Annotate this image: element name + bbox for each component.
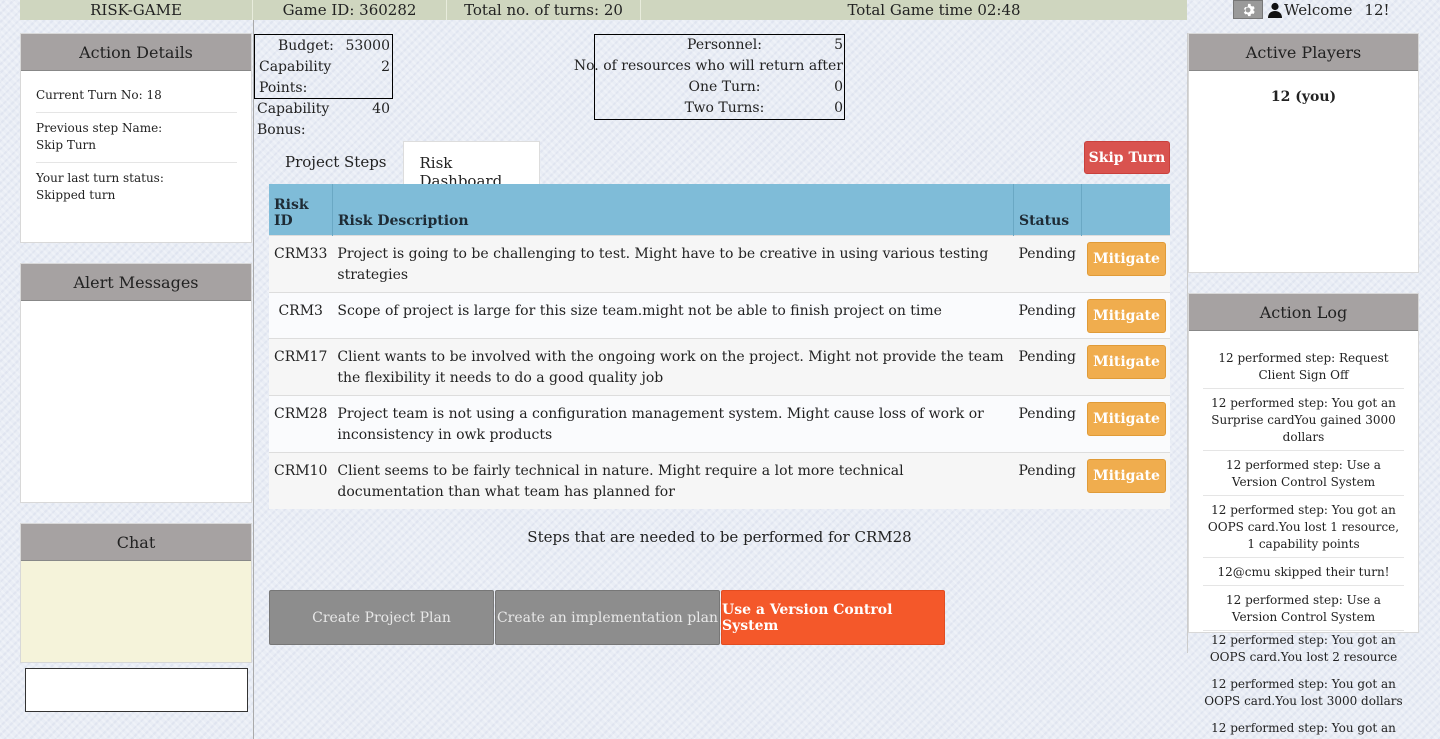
one-turn-value: 0 xyxy=(834,79,843,95)
app-name: RISK-GAME xyxy=(20,0,253,20)
last-turn-status-value: Skipped turn xyxy=(36,188,116,202)
log-entry: 12 performed step: Request Client Sign O… xyxy=(1203,344,1404,389)
action-log-overflow: 12 performed step: You got an OOPS card.… xyxy=(1188,632,1419,739)
game-id: Game ID: 360282 xyxy=(253,0,447,20)
welcome-label: Welcome xyxy=(1284,1,1353,19)
previous-step-value: Skip Turn xyxy=(36,138,97,152)
log-entry: 12 performed step: You got an OOPS card.… xyxy=(1209,633,1398,664)
risk-description: Client wants to be involved with the ong… xyxy=(332,337,1014,395)
budget-value: 53000 xyxy=(345,38,390,54)
log-entry: 12@cmu skipped their turn! xyxy=(1203,558,1404,586)
log-entry: 12 performed step: You got an Surprise c… xyxy=(1203,389,1404,451)
left-divider xyxy=(253,20,254,739)
risk-id: CRM10 xyxy=(269,451,333,509)
total-turns: Total no. of turns: 20 xyxy=(447,0,641,20)
mitigate-button[interactable]: Mitigate xyxy=(1087,298,1166,333)
previous-step: Previous step Name: Skip Turn xyxy=(36,113,237,163)
risk-id-header-line1: Risk xyxy=(274,196,309,213)
risk-status: Pending xyxy=(1013,394,1081,452)
log-entry: 12 performed step: Use a Version Control… xyxy=(1203,586,1404,631)
tab-risk-dashboard[interactable]: Risk Dashboard xyxy=(402,141,540,190)
personnel-value: 5 xyxy=(834,37,843,53)
risk-description-header: Risk Description xyxy=(332,184,1014,235)
skip-turn-button[interactable]: Skip Turn xyxy=(1084,141,1170,174)
table-row: CRM17 Client wants to be involved with t… xyxy=(269,337,1170,395)
mitigate-button[interactable]: Mitigate xyxy=(1087,401,1166,436)
action-log-panel: Action Log 12 performed step: Request Cl… xyxy=(1188,293,1419,633)
active-players-title: Active Players xyxy=(1189,34,1418,71)
user-name: 12! xyxy=(1364,1,1390,19)
log-entry: 12 performed step: Use a Version Control… xyxy=(1203,451,1404,496)
risk-id: CRM3 xyxy=(269,291,333,338)
action-details-title: Action Details xyxy=(21,34,251,71)
chat-panel: Chat xyxy=(20,523,252,663)
action-details-panel: Action Details Current Turn No: 18 Previ… xyxy=(20,33,252,243)
risk-id: CRM28 xyxy=(269,394,333,452)
log-entry: 12 performed step: You got an OOPS card.… xyxy=(1203,496,1404,558)
active-players-panel: Active Players 12 (you) xyxy=(1188,33,1419,273)
one-turn-label: One Turn: xyxy=(688,79,761,95)
personnel-label: Personnel: xyxy=(687,37,762,53)
current-turn: Current Turn No: 18 xyxy=(36,81,237,113)
alert-messages-title: Alert Messages xyxy=(21,264,251,301)
capability-bonus-value: 40 xyxy=(372,101,390,117)
action-header xyxy=(1081,184,1170,235)
risk-description: Scope of project is large for this size … xyxy=(332,291,1014,338)
risk-id: CRM17 xyxy=(269,337,333,395)
welcome-area: Welcome 12! xyxy=(1268,1,1390,19)
risk-table-header: Risk ID Risk Description Status xyxy=(269,184,1170,235)
last-turn-status-label: Your last turn status: xyxy=(36,171,164,185)
risk-status: Pending xyxy=(1013,234,1081,292)
user-icon xyxy=(1268,2,1282,18)
capability-bonus-label: Capability Bonus: xyxy=(257,101,330,138)
chat-input[interactable] xyxy=(25,668,248,712)
risk-status: Pending xyxy=(1013,451,1081,509)
capability-points-value: 2 xyxy=(381,59,390,75)
two-turns-value: 0 xyxy=(834,100,843,116)
budget-label: Budget: xyxy=(278,38,334,54)
risk-id-header: Risk ID xyxy=(269,184,333,235)
risk-description: Project team is not using a configuratio… xyxy=(332,394,1014,452)
returning-resources-label: No. of resources who will return after xyxy=(573,58,843,74)
risk-table: Risk ID Risk Description Status CRM33 Pr… xyxy=(269,184,1170,509)
mitigate-button[interactable]: Mitigate xyxy=(1087,458,1166,493)
log-entry: 12 performed step: You got an OOPS card.… xyxy=(1204,721,1402,739)
risk-description: Client seems to be fairly technical in n… xyxy=(332,451,1014,509)
table-row: CRM33 Project is going to be challenging… xyxy=(269,234,1170,292)
capability-points-label: Capability Points: xyxy=(259,59,332,96)
top-bar: RISK-GAME Game ID: 360282 Total no. of t… xyxy=(20,0,1187,20)
log-entry: 12 performed step: You got an OOPS card.… xyxy=(1204,677,1403,708)
settings-button[interactable] xyxy=(1233,0,1263,19)
step-use-version-control-button[interactable]: Use a Version Control System xyxy=(721,590,945,645)
risk-status: Pending xyxy=(1013,291,1081,338)
two-turns-label: Two Turns: xyxy=(684,100,765,116)
tab-project-steps[interactable]: Project Steps xyxy=(269,141,403,184)
risk-id: CRM33 xyxy=(269,234,333,292)
table-row: CRM3 Scope of project is large for this … xyxy=(269,291,1170,338)
last-turn-status: Your last turn status: Skipped turn xyxy=(36,163,237,212)
tab-bar: Project Steps Risk Dashboard xyxy=(269,141,540,190)
step-create-implementation-plan-button[interactable]: Create an implementation plan xyxy=(495,590,720,645)
mitigate-button[interactable]: Mitigate xyxy=(1087,344,1166,379)
budget-box: Budget: 53000 Capability Points: 2 Capab… xyxy=(254,34,393,138)
steps-needed-text: Steps that are needed to be performed fo… xyxy=(527,528,912,546)
personnel-box: Personnel: 5 No. of resources who will r… xyxy=(574,34,845,120)
player-entry: 12 (you) xyxy=(1270,89,1337,105)
risk-status: Pending xyxy=(1013,337,1081,395)
mitigate-button[interactable]: Mitigate xyxy=(1087,241,1166,276)
gear-icon xyxy=(1243,3,1255,16)
alert-messages-panel: Alert Messages xyxy=(20,263,252,503)
risk-id-header-line2: ID xyxy=(274,212,293,229)
table-row: CRM28 Project team is not using a config… xyxy=(269,394,1170,452)
chat-title: Chat xyxy=(21,524,251,561)
risk-description: Project is going to be challenging to te… xyxy=(332,234,1014,292)
total-game-time: Total Game time 02:48 xyxy=(847,1,1021,19)
action-log-title: Action Log xyxy=(1189,294,1418,331)
table-row: CRM10 Client seems to be fairly technica… xyxy=(269,451,1170,509)
step-create-project-plan-button[interactable]: Create Project Plan xyxy=(269,590,494,645)
status-header: Status xyxy=(1013,184,1082,235)
previous-step-label: Previous step Name: xyxy=(36,121,163,135)
